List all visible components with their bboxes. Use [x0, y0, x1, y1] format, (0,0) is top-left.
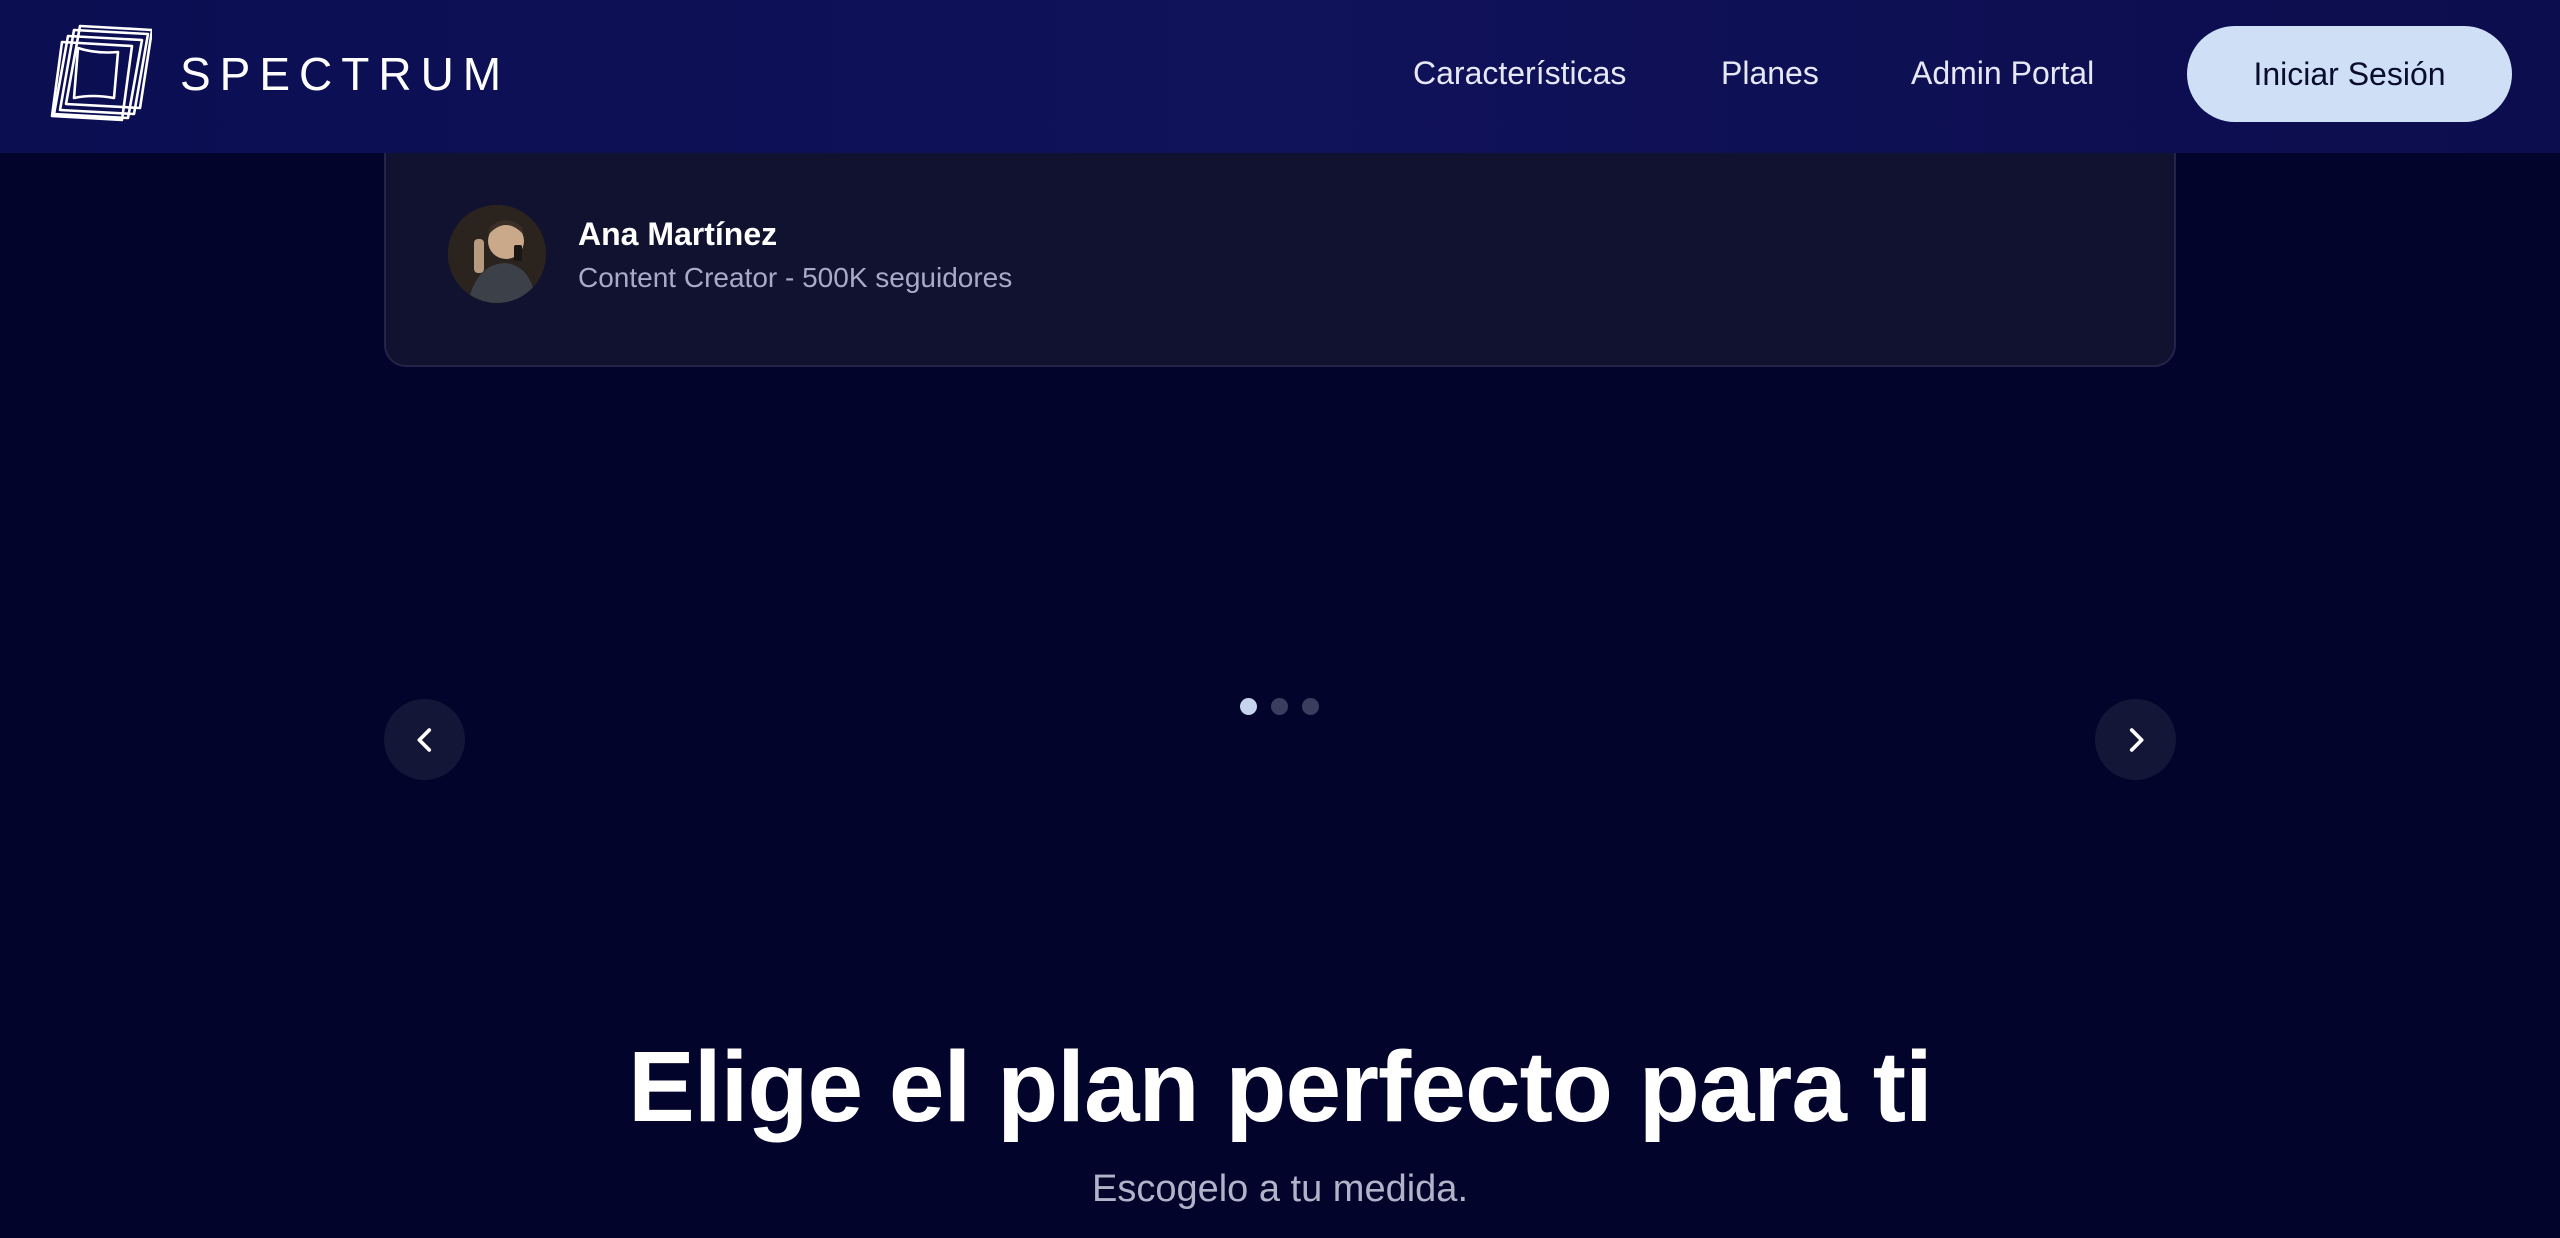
pricing-headline: Elige el plan perfecto para ti — [628, 1031, 1933, 1143]
testimonial-author-role: Content Creator - 500K seguidores — [578, 262, 1013, 293]
brand-logo[interactable]: SPECTRUM — [48, 24, 510, 124]
carousel-prev-button[interactable] — [384, 699, 465, 780]
carousel-pagination — [1240, 698, 1319, 715]
nav-link-features[interactable]: Características — [1413, 55, 1626, 92]
nav-link-plans[interactable]: Planes — [1721, 55, 1819, 92]
top-navbar: SPECTRUM Características Planes Admin Po… — [0, 0, 2560, 153]
chevron-left-icon — [416, 727, 431, 752]
pricing-subheadline: Escogelo a tu medida. — [1091, 1168, 1468, 1210]
avatar-photo-icon — [448, 205, 546, 303]
testimonial-author-name: Ana Martínez — [578, 216, 778, 252]
layered-square-logo-icon — [50, 24, 152, 122]
page: SPECTRUM Características Planes Admin Po… — [0, 0, 2560, 1238]
nav-link-admin-portal[interactable]: Admin Portal — [1911, 55, 2094, 92]
login-button[interactable]: Iniciar Sesión — [2187, 26, 2512, 122]
avatar — [448, 205, 546, 303]
carousel-dot-3[interactable] — [1302, 698, 1319, 715]
carousel-next-button[interactable] — [2095, 699, 2176, 780]
chevron-right-icon — [2129, 727, 2144, 752]
carousel-dot-2[interactable] — [1271, 698, 1288, 715]
carousel-dot-1[interactable] — [1240, 698, 1257, 715]
brand-name: SPECTRUM — [180, 48, 511, 100]
